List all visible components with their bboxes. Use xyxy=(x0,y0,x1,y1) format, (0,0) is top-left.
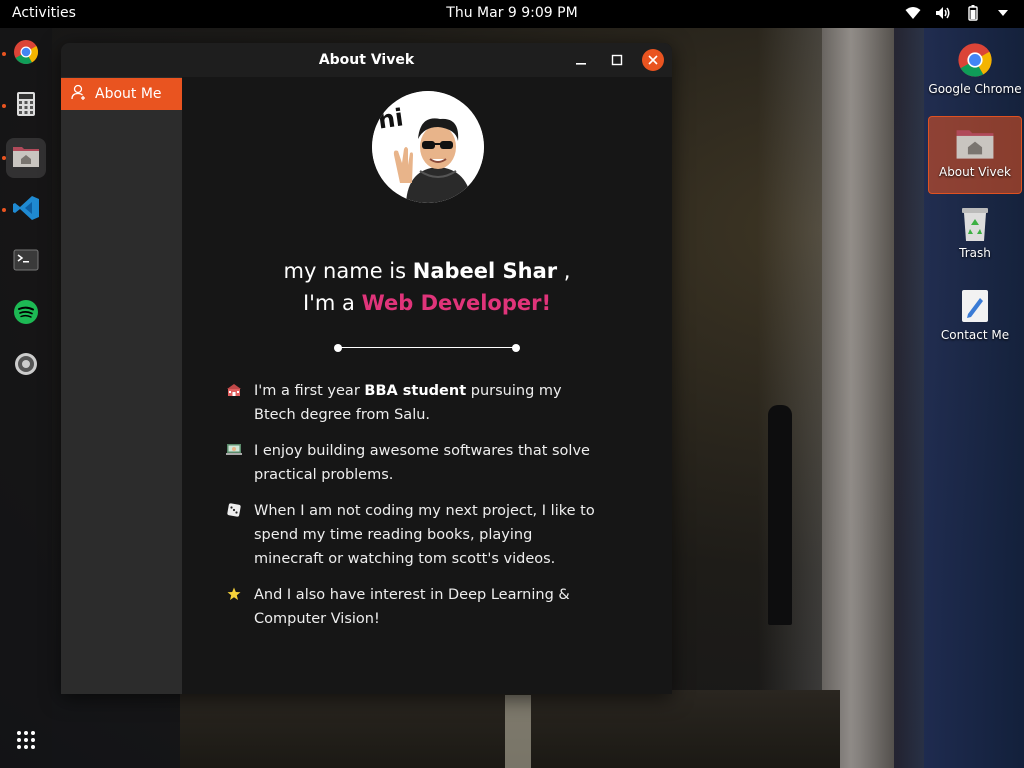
about-content: hi my name is Nabeel Shar , I'm a Web De… xyxy=(182,77,672,694)
list-item: I enjoy building awesome softwares that … xyxy=(226,439,606,487)
text-editor-icon xyxy=(955,286,995,326)
desktop-icon-trash[interactable]: Trash xyxy=(928,198,1022,276)
list-item: I'm a first year BBA student pursuing my… xyxy=(226,379,606,427)
system-tray[interactable] xyxy=(904,4,1012,22)
dock-calculator[interactable] xyxy=(6,86,46,126)
battery-icon xyxy=(964,4,982,22)
star-icon xyxy=(226,583,242,631)
intro-line-1: my name is Nabeel Shar , xyxy=(182,255,672,287)
activities-button[interactable]: Activities xyxy=(12,5,76,21)
school-icon xyxy=(226,379,242,427)
dock-vscode[interactable] xyxy=(6,190,46,230)
dice-icon xyxy=(226,499,242,571)
intro-prefix: my name is xyxy=(283,259,413,283)
desktop-icon-google-chrome[interactable]: Google Chrome xyxy=(928,34,1022,112)
vscode-icon xyxy=(12,194,40,226)
clock-label[interactable]: Thu Mar 9 9:09 PM xyxy=(446,5,577,21)
dock-settings[interactable] xyxy=(6,346,46,386)
dock-chrome[interactable] xyxy=(6,34,46,74)
wallpaper-pillar-edge xyxy=(894,28,924,768)
about-facts-list: I'm a first year BBA student pursuing my… xyxy=(226,379,606,643)
terminal-icon xyxy=(13,249,39,275)
role-prefix: I'm a xyxy=(302,291,362,315)
maximize-icon xyxy=(611,54,623,66)
maximize-button[interactable] xyxy=(606,49,628,71)
wallpaper-figure xyxy=(768,405,792,625)
dock-terminal[interactable] xyxy=(6,242,46,282)
desktop-icon-label: About Vivek xyxy=(938,165,1011,179)
list-item: When I am not coding my next project, I … xyxy=(226,499,606,571)
clock: Thu Mar 9 9:09 PM xyxy=(0,5,1024,21)
user-role: Web Developer! xyxy=(361,291,552,315)
list-item: And I also have interest in Deep Learnin… xyxy=(226,583,606,631)
desktop-icon-about-vivek[interactable]: About Vivek xyxy=(928,116,1022,194)
volume-icon xyxy=(934,4,952,22)
top-bar: Activities Thu Mar 9 9:09 PM xyxy=(0,0,1024,28)
window-titlebar[interactable]: About Vivek xyxy=(61,43,672,77)
trash-icon xyxy=(955,204,995,244)
fact-text: I'm a first year BBA student pursuing my… xyxy=(254,379,606,427)
window-sidebar: About Me xyxy=(61,77,182,694)
intro-line-2: I'm a Web Developer! xyxy=(182,287,672,319)
system-menu-chevron-down-icon xyxy=(994,4,1012,22)
window-controls xyxy=(570,49,664,71)
close-icon xyxy=(648,55,658,65)
gear-icon xyxy=(13,351,39,381)
intro-suffix: , xyxy=(557,259,571,283)
show-applications-button[interactable] xyxy=(6,722,46,762)
divider xyxy=(334,343,520,353)
user-name: Nabeel Shar xyxy=(412,259,558,283)
dock-files[interactable] xyxy=(6,138,46,178)
divider-dot-left xyxy=(334,344,342,352)
desktop-icon-contact-me[interactable]: Contact Me xyxy=(928,280,1022,358)
calculator-icon xyxy=(16,91,36,121)
intro-heading: my name is Nabeel Shar , I'm a Web Devel… xyxy=(182,255,672,319)
sidebar-item-label: About Me xyxy=(95,86,162,102)
avatar: hi xyxy=(372,91,484,203)
wallpaper-pillar xyxy=(822,28,894,768)
grid-icon xyxy=(16,730,36,754)
fact-text-start: I'm a first year xyxy=(254,383,365,399)
fact-text: When I am not coding my next project, I … xyxy=(254,503,595,567)
divider-line xyxy=(338,347,516,348)
sidebar-item-about-me[interactable]: About Me xyxy=(61,78,182,110)
fact-text: I enjoy building awesome softwares that … xyxy=(254,443,590,483)
avatar-hi-text: hi xyxy=(376,103,406,135)
about-window: About Vivek About Me hi my name is Nabee… xyxy=(61,43,672,694)
desktop-icon-label: Contact Me xyxy=(940,328,1010,342)
dock-spotify[interactable] xyxy=(6,294,46,334)
wifi-icon xyxy=(904,4,922,22)
user-icon xyxy=(71,84,87,104)
desktop-icon-label: Google Chrome xyxy=(928,82,1022,96)
wallpaper-floor-line xyxy=(505,695,531,768)
window-title: About Vivek xyxy=(318,52,415,68)
close-button[interactable] xyxy=(642,49,664,71)
home-folder-icon xyxy=(955,123,995,163)
dock xyxy=(0,28,52,768)
fact-text: And I also have interest in Deep Learnin… xyxy=(254,587,570,627)
fact-text-bold: BBA student xyxy=(364,383,467,399)
minimize-button[interactable] xyxy=(570,49,592,71)
chrome-icon xyxy=(955,40,995,80)
home-folder-icon xyxy=(12,144,40,172)
minimize-icon xyxy=(576,63,586,65)
technologist-icon xyxy=(226,439,242,487)
chrome-icon xyxy=(13,39,39,69)
spotify-icon xyxy=(13,299,39,329)
desktop-icon-label: Trash xyxy=(959,246,991,260)
divider-dot-right xyxy=(512,344,520,352)
